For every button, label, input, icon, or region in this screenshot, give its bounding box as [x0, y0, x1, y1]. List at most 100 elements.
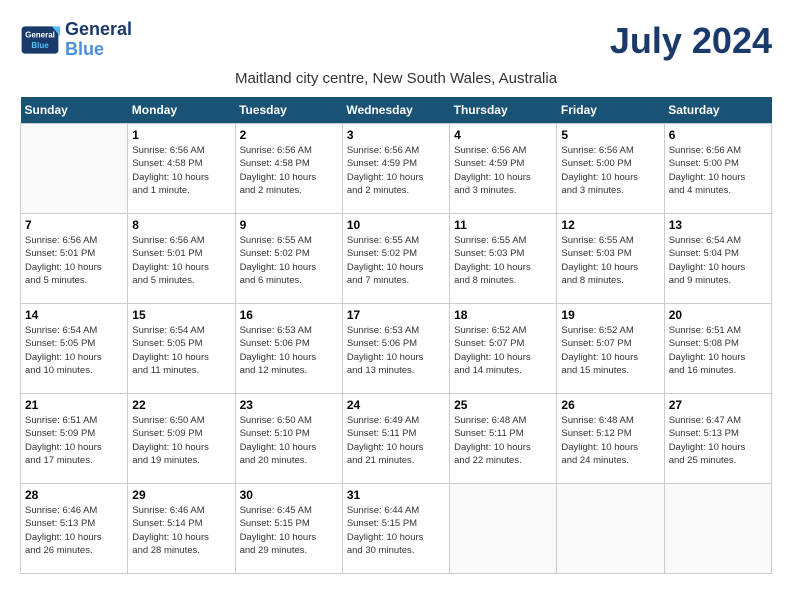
- day-number: 24: [347, 398, 445, 412]
- page-container: General Blue General Blue July 2024 Mait…: [20, 20, 772, 574]
- day-number: 27: [669, 398, 767, 412]
- table-row: [664, 484, 771, 574]
- logo: General Blue General Blue: [20, 20, 132, 60]
- table-row: 29 Sunrise: 6:46 AM Sunset: 5:14 PM Dayli…: [128, 484, 235, 574]
- day-info: Sunrise: 6:56 AM Sunset: 4:58 PM Dayligh…: [240, 144, 338, 197]
- day-number: 1: [132, 128, 230, 142]
- table-row: 11 Sunrise: 6:55 AM Sunset: 5:03 PM Dayli…: [450, 214, 557, 304]
- day-number: 30: [240, 488, 338, 502]
- table-row: 2 Sunrise: 6:56 AM Sunset: 4:58 PM Daylig…: [235, 124, 342, 214]
- day-info: Sunrise: 6:54 AM Sunset: 5:05 PM Dayligh…: [25, 324, 123, 377]
- day-number: 7: [25, 218, 123, 232]
- table-row: 6 Sunrise: 6:56 AM Sunset: 5:00 PM Daylig…: [664, 124, 771, 214]
- day-number: 26: [561, 398, 659, 412]
- day-info: Sunrise: 6:50 AM Sunset: 5:10 PM Dayligh…: [240, 414, 338, 467]
- day-info: Sunrise: 6:54 AM Sunset: 5:05 PM Dayligh…: [132, 324, 230, 377]
- day-info: Sunrise: 6:48 AM Sunset: 5:11 PM Dayligh…: [454, 414, 552, 467]
- day-info: Sunrise: 6:44 AM Sunset: 5:15 PM Dayligh…: [347, 504, 445, 557]
- day-number: 16: [240, 308, 338, 322]
- day-number: 14: [25, 308, 123, 322]
- svg-text:General: General: [25, 31, 55, 40]
- day-info: Sunrise: 6:49 AM Sunset: 5:11 PM Dayligh…: [347, 414, 445, 467]
- table-row: 25 Sunrise: 6:48 AM Sunset: 5:11 PM Dayli…: [450, 394, 557, 484]
- day-info: Sunrise: 6:55 AM Sunset: 5:03 PM Dayligh…: [454, 234, 552, 287]
- table-row: 1 Sunrise: 6:56 AM Sunset: 4:58 PM Daylig…: [128, 124, 235, 214]
- table-row: 5 Sunrise: 6:56 AM Sunset: 5:00 PM Daylig…: [557, 124, 664, 214]
- day-number: 5: [561, 128, 659, 142]
- table-row: 14 Sunrise: 6:54 AM Sunset: 5:05 PM Dayli…: [21, 304, 128, 394]
- table-row: 13 Sunrise: 6:54 AM Sunset: 5:04 PM Dayli…: [664, 214, 771, 304]
- day-number: 31: [347, 488, 445, 502]
- table-row: [450, 484, 557, 574]
- day-number: 18: [454, 308, 552, 322]
- day-number: 2: [240, 128, 338, 142]
- calendar-week-row: 14 Sunrise: 6:54 AM Sunset: 5:05 PM Dayli…: [21, 304, 772, 394]
- day-info: Sunrise: 6:53 AM Sunset: 5:06 PM Dayligh…: [347, 324, 445, 377]
- table-row: [557, 484, 664, 574]
- table-row: 23 Sunrise: 6:50 AM Sunset: 5:10 PM Dayli…: [235, 394, 342, 484]
- day-number: 15: [132, 308, 230, 322]
- calendar-week-row: 28Sunrise: 6:46 AM Sunset: 5:13 PM Dayli…: [21, 484, 772, 574]
- col-wednesday: Wednesday: [342, 97, 449, 124]
- calendar-week-row: 21Sunrise: 6:51 AM Sunset: 5:09 PM Dayli…: [21, 394, 772, 484]
- day-info: Sunrise: 6:48 AM Sunset: 5:12 PM Dayligh…: [561, 414, 659, 467]
- table-row: 12 Sunrise: 6:55 AM Sunset: 5:03 PM Dayli…: [557, 214, 664, 304]
- col-friday: Friday: [557, 97, 664, 124]
- table-row: 15 Sunrise: 6:54 AM Sunset: 5:05 PM Dayli…: [128, 304, 235, 394]
- month-title: July 2024: [610, 20, 772, 62]
- day-number: 17: [347, 308, 445, 322]
- day-info: Sunrise: 6:46 AM Sunset: 5:14 PM Dayligh…: [132, 504, 230, 557]
- table-row: 31 Sunrise: 6:44 AM Sunset: 5:15 PM Dayli…: [342, 484, 449, 574]
- table-row: 4 Sunrise: 6:56 AM Sunset: 4:59 PM Daylig…: [450, 124, 557, 214]
- table-row: [21, 124, 128, 214]
- day-info: Sunrise: 6:52 AM Sunset: 5:07 PM Dayligh…: [561, 324, 659, 377]
- day-number: 8: [132, 218, 230, 232]
- table-row: 16 Sunrise: 6:53 AM Sunset: 5:06 PM Dayli…: [235, 304, 342, 394]
- day-info: Sunrise: 6:51 AM Sunset: 5:08 PM Dayligh…: [669, 324, 767, 377]
- day-info: Sunrise: 6:47 AM Sunset: 5:13 PM Dayligh…: [669, 414, 767, 467]
- day-info: Sunrise: 6:55 AM Sunset: 5:03 PM Dayligh…: [561, 234, 659, 287]
- day-info: Sunrise: 6:52 AM Sunset: 5:07 PM Dayligh…: [454, 324, 552, 377]
- day-info: Sunrise: 6:56 AM Sunset: 4:58 PM Dayligh…: [132, 144, 230, 197]
- day-info: Sunrise: 6:53 AM Sunset: 5:06 PM Dayligh…: [240, 324, 338, 377]
- col-sunday: Sunday: [21, 97, 128, 124]
- day-number: 19: [561, 308, 659, 322]
- table-row: 8 Sunrise: 6:56 AM Sunset: 5:01 PM Daylig…: [128, 214, 235, 304]
- calendar-week-row: 1 Sunrise: 6:56 AM Sunset: 4:58 PM Daylig…: [21, 124, 772, 214]
- table-row: 3Sunrise: 6:56 AM Sunset: 4:59 PM Daylig…: [342, 124, 449, 214]
- calendar-header-row: Sunday Monday Tuesday Wednesday Thursday…: [21, 97, 772, 124]
- day-number: 4: [454, 128, 552, 142]
- day-number: 6: [669, 128, 767, 142]
- table-row: 7Sunrise: 6:56 AM Sunset: 5:01 PM Daylig…: [21, 214, 128, 304]
- day-info: Sunrise: 6:45 AM Sunset: 5:15 PM Dayligh…: [240, 504, 338, 557]
- day-number: 3: [347, 128, 445, 142]
- day-number: 29: [132, 488, 230, 502]
- col-thursday: Thursday: [450, 97, 557, 124]
- table-row: 24 Sunrise: 6:49 AM Sunset: 5:11 PM Dayli…: [342, 394, 449, 484]
- table-row: 22Sunrise: 6:50 AM Sunset: 5:09 PM Dayli…: [128, 394, 235, 484]
- day-number: 9: [240, 218, 338, 232]
- day-number: 13: [669, 218, 767, 232]
- day-info: Sunrise: 6:56 AM Sunset: 5:00 PM Dayligh…: [561, 144, 659, 197]
- day-number: 12: [561, 218, 659, 232]
- day-number: 10: [347, 218, 445, 232]
- day-number: 11: [454, 218, 552, 232]
- table-row: 28Sunrise: 6:46 AM Sunset: 5:13 PM Dayli…: [21, 484, 128, 574]
- col-tuesday: Tuesday: [235, 97, 342, 124]
- table-row: 27 Sunrise: 6:47 AM Sunset: 5:13 PM Dayli…: [664, 394, 771, 484]
- table-row: 9 Sunrise: 6:55 AM Sunset: 5:02 PM Daylig…: [235, 214, 342, 304]
- day-info: Sunrise: 6:55 AM Sunset: 5:02 PM Dayligh…: [240, 234, 338, 287]
- day-info: Sunrise: 6:56 AM Sunset: 5:01 PM Dayligh…: [132, 234, 230, 287]
- table-row: 30 Sunrise: 6:45 AM Sunset: 5:15 PM Dayli…: [235, 484, 342, 574]
- logo-icon: General Blue: [20, 20, 60, 60]
- calendar-table: Sunday Monday Tuesday Wednesday Thursday…: [20, 97, 772, 574]
- table-row: 17 Sunrise: 6:53 AM Sunset: 5:06 PM Dayli…: [342, 304, 449, 394]
- day-info: Sunrise: 6:56 AM Sunset: 4:59 PM Dayligh…: [454, 144, 552, 197]
- day-info: Sunrise: 6:56 AM Sunset: 5:00 PM Dayligh…: [669, 144, 767, 197]
- day-info: Sunrise: 6:46 AM Sunset: 5:13 PM Dayligh…: [25, 504, 123, 557]
- location-title: Maitland city centre, New South Wales, A…: [20, 70, 772, 87]
- day-number: 23: [240, 398, 338, 412]
- table-row: 26 Sunrise: 6:48 AM Sunset: 5:12 PM Dayli…: [557, 394, 664, 484]
- day-info: Sunrise: 6:54 AM Sunset: 5:04 PM Dayligh…: [669, 234, 767, 287]
- day-number: 25: [454, 398, 552, 412]
